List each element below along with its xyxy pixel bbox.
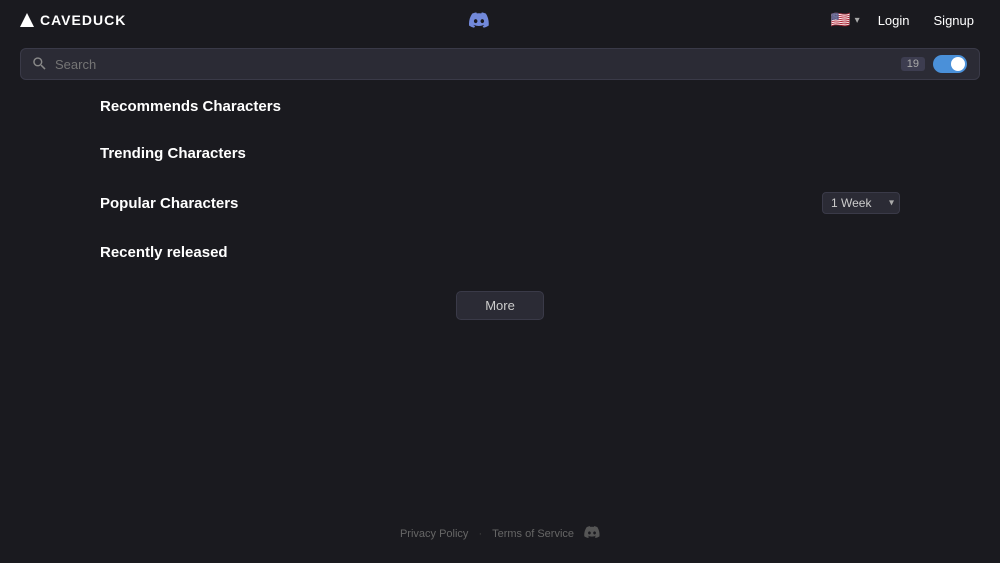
footer: Privacy Policy · Terms of Service <box>0 525 1000 543</box>
section-title-popular: Popular Characters <box>100 195 238 212</box>
toggle-slider <box>933 55 967 73</box>
chevron-down-icon: ▾ <box>855 15 860 26</box>
header-right: 🇺🇸 ▾ Login Signup <box>831 9 980 32</box>
section-header-recommends: Recommends Characters <box>100 98 900 115</box>
search-input[interactable] <box>55 57 893 72</box>
search-bar-container: 19 <box>0 40 1000 88</box>
section-header-recently: Recently released <box>100 244 900 261</box>
toggle-container <box>933 55 967 73</box>
search-badge: 19 <box>901 57 925 71</box>
more-button[interactable]: More <box>456 291 544 320</box>
flag-emoji: 🇺🇸 <box>831 10 851 30</box>
more-button-container: More <box>100 291 900 320</box>
logo-icon <box>20 13 34 27</box>
popular-dropdown-wrap: 1 Week 1 Day 1 Month ▾ <box>822 192 900 214</box>
login-button[interactable]: Login <box>872 9 916 32</box>
discord-icon[interactable] <box>467 11 491 29</box>
search-bar: 19 <box>20 48 980 80</box>
section-title-recently: Recently released <box>100 244 228 261</box>
section-header-popular: Popular Characters 1 Week 1 Day 1 Month … <box>100 192 900 214</box>
main-content: Recommends Characters Trending Character… <box>0 88 1000 330</box>
signup-button[interactable]: Signup <box>928 9 980 32</box>
privacy-policy-link[interactable]: Privacy Policy <box>400 528 468 540</box>
toggle-switch[interactable] <box>933 55 967 73</box>
terms-of-service-link[interactable]: Terms of Service <box>492 528 574 540</box>
logo[interactable]: CAVEDUCK <box>20 12 126 28</box>
section-header-trending: Trending Characters <box>100 145 900 162</box>
popular-timeframe-dropdown[interactable]: 1 Week 1 Day 1 Month <box>822 192 900 214</box>
header: CAVEDUCK 🇺🇸 ▾ Login Signup <box>0 0 1000 40</box>
footer-separator: · <box>478 528 482 540</box>
section-popular: Popular Characters 1 Week 1 Day 1 Month … <box>100 192 900 214</box>
section-title-recommends: Recommends Characters <box>100 98 281 115</box>
section-title-trending: Trending Characters <box>100 145 246 162</box>
header-center <box>467 11 491 29</box>
logo-text: CAVEDUCK <box>40 12 126 28</box>
footer-discord-icon[interactable] <box>584 525 600 543</box>
section-recently: Recently released <box>100 244 900 261</box>
section-recommends: Recommends Characters <box>100 98 900 115</box>
section-trending: Trending Characters <box>100 145 900 162</box>
search-icon <box>33 57 47 71</box>
flag-dropdown[interactable]: 🇺🇸 ▾ <box>831 10 860 30</box>
